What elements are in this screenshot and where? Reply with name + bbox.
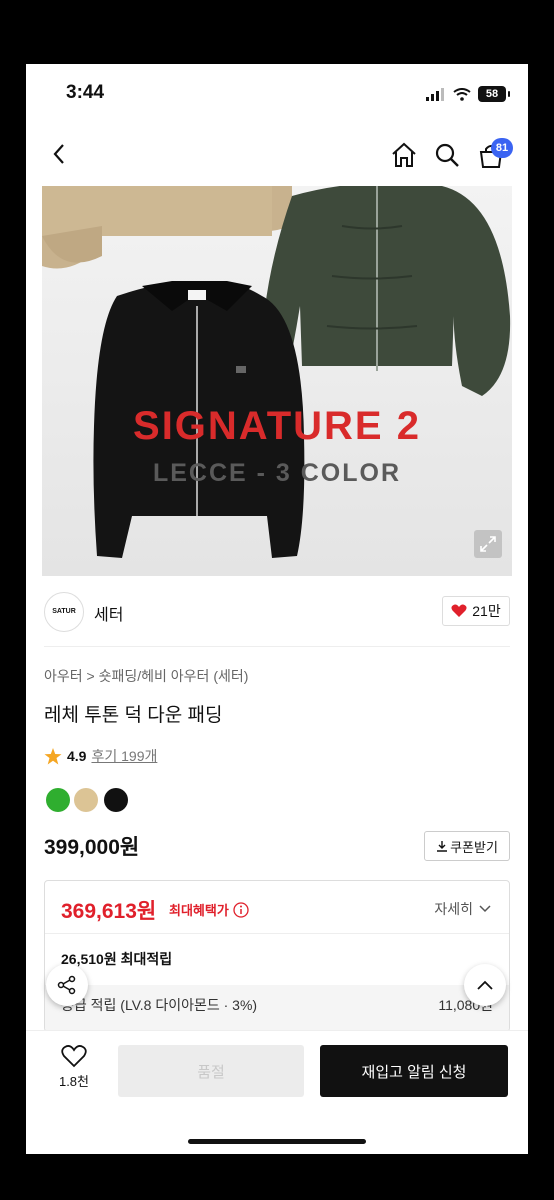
bottom-action-bar: 1.8천 품절 재입고 알림 신청 <box>26 1030 528 1154</box>
status-time: 3:44 <box>66 82 105 103</box>
coupon-label: 쿠폰받기 <box>450 839 498 855</box>
max-benefit-label-wrap: 최대혜택가 <box>169 900 249 919</box>
product-title: 레체 투톤 덕 다운 패딩 <box>44 705 223 726</box>
rating-row: 4.9 후기 199개 <box>44 746 157 766</box>
wishlist-button[interactable]: 1.8천 <box>52 1045 96 1090</box>
status-icons: 58 <box>426 86 510 102</box>
cart-count-badge: 81 <box>491 138 513 158</box>
breadcrumb-separator-icon: > <box>86 668 99 684</box>
chevron-down-icon <box>479 905 491 913</box>
star-icon <box>44 747 62 764</box>
share-button[interactable] <box>46 964 88 1006</box>
breadcrumb-subcategory[interactable]: 숏패딩/헤비 아우터 (세터) <box>99 668 249 684</box>
color-swatch-beige[interactable] <box>74 788 98 812</box>
back-icon[interactable] <box>48 142 72 166</box>
hero-subline: LECCE - 3 COLOR <box>152 459 402 487</box>
max-benefit-label: 최대혜택가 <box>169 903 229 918</box>
expand-icon <box>480 536 496 552</box>
search-icon[interactable] <box>434 142 460 168</box>
wifi-icon <box>453 87 471 101</box>
info-icon[interactable] <box>233 901 249 918</box>
jackets-illustration <box>42 186 511 558</box>
benefit-box: 369,613원 최대혜택가 자세히 26,510원 최대적립 등급 적립 (L… <box>44 880 510 1032</box>
restock-alert-button[interactable]: 재입고 알림 신청 <box>320 1045 508 1097</box>
benefit-detail-label: 자세히 <box>434 901 473 917</box>
coupon-button[interactable]: 쿠폰받기 <box>424 831 510 861</box>
brand-like-count: 21만 <box>472 603 501 619</box>
home-indicator[interactable] <box>188 1139 366 1144</box>
signal-icon <box>426 87 444 101</box>
divider <box>44 646 510 647</box>
heart-filled-icon <box>451 604 467 617</box>
review-link[interactable]: 후기 199개 <box>91 746 157 766</box>
product-price: 399,000원 <box>44 836 140 859</box>
benefit-divider <box>45 933 509 934</box>
brand-logo[interactable]: SATUR <box>44 592 84 632</box>
battery-icon: 58 <box>478 86 510 102</box>
brand-like-button[interactable]: 21만 <box>442 596 510 626</box>
phone-screen: 3:44 58 81 SIGNATURE 2 LECCE - 3 COLOR S… <box>26 64 528 1154</box>
wishlist-count: 1.8천 <box>58 1074 90 1089</box>
brand-name[interactable]: 세터 <box>94 601 123 625</box>
expand-image-button[interactable] <box>474 530 502 558</box>
benefit-detail-toggle[interactable]: 자세히 <box>434 899 491 919</box>
download-icon <box>437 841 448 852</box>
product-hero-image[interactable]: SIGNATURE 2 LECCE - 3 COLOR <box>42 186 512 576</box>
heart-outline-icon <box>61 1045 87 1068</box>
home-icon[interactable] <box>390 142 418 168</box>
max-benefit-price: 369,613원 <box>61 900 157 923</box>
brand-logo-text: SATUR <box>52 608 76 615</box>
color-swatch-green[interactable] <box>46 788 70 812</box>
rating-score: 4.9 <box>67 748 87 764</box>
soldout-button: 품절 <box>118 1045 304 1097</box>
scroll-top-button[interactable] <box>464 964 506 1006</box>
share-icon <box>57 975 76 995</box>
breadcrumb: 아우터 > 숏패딩/헤비 아우터 (세터) <box>44 666 248 686</box>
breadcrumb-category[interactable]: 아우터 <box>44 668 83 684</box>
color-swatch-black[interactable] <box>104 788 128 812</box>
grade-points-label: 등급 적립 (LV.8 다이아몬드 · 3%) <box>61 997 258 1013</box>
chevron-up-icon <box>477 980 493 990</box>
hero-headline: SIGNATURE 2 <box>133 404 421 448</box>
